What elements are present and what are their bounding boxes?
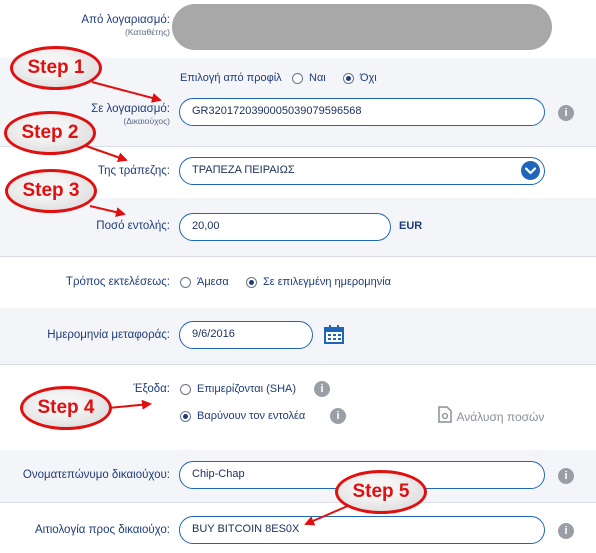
analysis-link-label: Ανάλυση ποσών xyxy=(456,410,545,424)
charges-payer-label: Βαρύνουν τον εντολέα xyxy=(197,410,306,422)
profile-label: Επιλογή από προφίλ xyxy=(180,72,282,84)
step-5-callout: Step 5 xyxy=(335,470,427,514)
to-account-info-icon[interactable]: i xyxy=(558,105,574,121)
charges-payer-info-icon[interactable]: i xyxy=(330,408,346,424)
amount-row: Ποσό εντολής: 20,00 EUR xyxy=(0,198,596,257)
to-account-label: Σε λογαριασμό: (Δικαιούχος) xyxy=(91,103,170,126)
calendar-icon[interactable] xyxy=(324,325,344,349)
profile-yes-label: Ναι xyxy=(309,72,326,84)
reason-info-icon[interactable]: i xyxy=(558,523,574,539)
charges-label: Έξοδα: xyxy=(133,383,171,395)
chevron-down-icon xyxy=(521,161,540,180)
reason-label: Αιτιολογία προς δικαιούχο: xyxy=(34,524,170,536)
document-icon xyxy=(438,406,452,428)
charges-shared-radio[interactable] xyxy=(180,384,191,395)
from-account-row: Από λογαριασμό: (Καταθέτης) xyxy=(0,0,596,59)
charges-payer-radio[interactable] xyxy=(180,411,191,422)
charges-shared-info-icon[interactable]: i xyxy=(314,381,330,397)
beneficiary-label: Ονοματεπώνυμο δικαιούχου: xyxy=(22,469,170,481)
from-account-label: Από λογαριασμό: (Καταθέτης) xyxy=(81,14,170,37)
charges-shared-label: Επιμερίζονται (SHA) xyxy=(197,383,297,395)
execution-now-label: Άμεσα xyxy=(197,276,229,288)
step-1-callout: Step 1 xyxy=(10,46,102,90)
step-2-callout: Step 2 xyxy=(4,111,96,155)
transfer-date-row: Ημερομηνία μεταφοράς: 9/6/2016 xyxy=(0,308,596,365)
beneficiary-info-icon[interactable]: i xyxy=(558,468,574,484)
to-account-input[interactable]: GR3201720390005039079596568 xyxy=(179,98,545,126)
analysis-link[interactable]: Ανάλυση ποσών xyxy=(438,406,544,428)
transfer-date-input[interactable]: 9/6/2016 xyxy=(179,321,313,349)
step-4-callout: Step 4 xyxy=(20,386,112,430)
execution-row: Τρόπος εκτελέσεως: Άμεσα Σε επιλεγμένη η… xyxy=(0,256,596,309)
execution-date-label: Σε επιλεγμένη ημερομηνία xyxy=(263,276,392,288)
amount-input[interactable]: 20,00 xyxy=(179,213,391,241)
execution-date-radio[interactable] xyxy=(246,277,257,288)
bank-label: Της τράπεζης: xyxy=(97,165,170,177)
profile-no-label: Όχι xyxy=(360,72,377,84)
execution-label: Τρόπος εκτελέσεως: xyxy=(65,276,170,288)
reason-row: Αιτιολογία προς δικαιούχο: BUY BITCOIN 8… xyxy=(0,502,596,553)
transfer-date-label: Ημερομηνία μεταφοράς: xyxy=(47,329,170,341)
bank-select[interactable]: ΤΡΑΠΕΖΑ ΠΕΙΡΑΙΩΣ xyxy=(179,157,545,185)
profile-yes-radio[interactable] xyxy=(292,73,303,84)
step-3-callout: Step 3 xyxy=(5,169,97,213)
bank-select-value: ΤΡΑΠΕΖΑ ΠΕΙΡΑΙΩΣ xyxy=(192,164,295,176)
execution-now-radio[interactable] xyxy=(180,277,191,288)
beneficiary-row: Ονοματεπώνυμο δικαιούχου: Chip-Chap i xyxy=(0,450,596,503)
profile-no-radio[interactable] xyxy=(343,73,354,84)
amount-label: Ποσό εντολής: xyxy=(96,220,170,232)
currency-label: EUR xyxy=(399,220,423,232)
from-account-field-redacted[interactable] xyxy=(172,4,552,50)
reason-input[interactable]: BUY BITCOIN 8ES0X xyxy=(179,516,545,544)
